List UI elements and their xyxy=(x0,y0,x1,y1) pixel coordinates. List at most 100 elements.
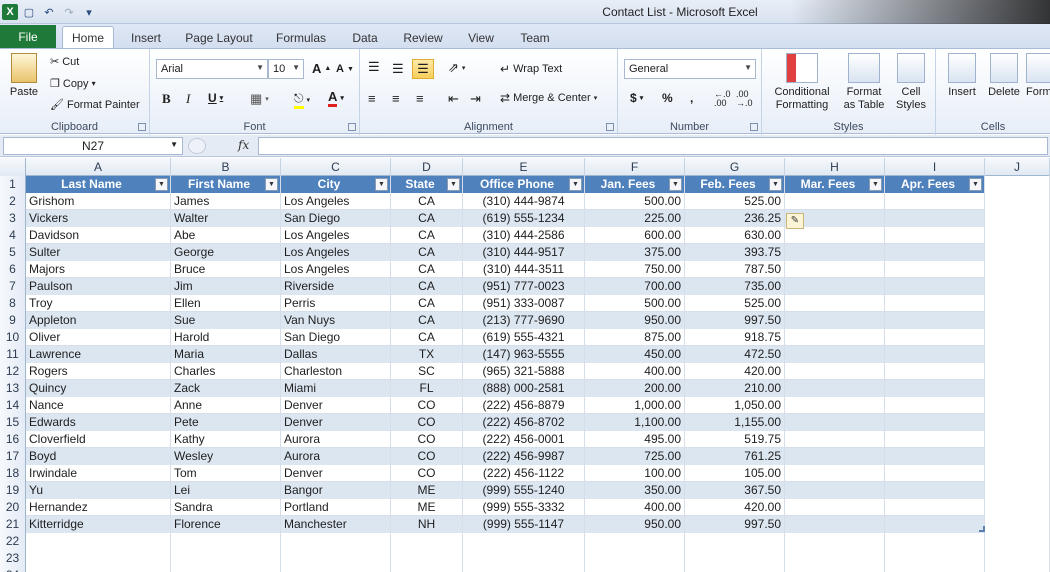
cell-mar-fees[interactable] xyxy=(785,363,885,380)
cell-first-name[interactable]: George xyxy=(171,244,281,261)
cell-office-phone[interactable]: (619) 555-1234 xyxy=(463,210,585,227)
cell-feb-fees[interactable]: 918.75 xyxy=(685,329,785,346)
row-number[interactable]: 1 xyxy=(0,176,26,193)
cell-apr-fees[interactable] xyxy=(885,312,985,329)
row-number[interactable]: 3 xyxy=(0,210,26,227)
format-as-table-button[interactable]: Format as Table xyxy=(838,53,890,112)
tab-file[interactable]: File xyxy=(0,25,56,48)
cell-apr-fees[interactable] xyxy=(885,465,985,482)
cell-col-j[interactable] xyxy=(985,210,1050,227)
cell-apr-fees[interactable] xyxy=(885,329,985,346)
cell-city[interactable] xyxy=(281,550,391,567)
column-header-j[interactable]: J xyxy=(985,158,1050,176)
cell-mar-fees[interactable] xyxy=(785,499,885,516)
cell-col-j[interactable] xyxy=(985,329,1050,346)
cell-feb-fees[interactable]: 236.25 xyxy=(685,210,785,227)
cell-apr-fees[interactable] xyxy=(885,414,985,431)
cell-first-name[interactable]: Anne xyxy=(171,397,281,414)
cell-last-name[interactable]: Cloverfield xyxy=(26,431,171,448)
cell-city[interactable]: Aurora xyxy=(281,448,391,465)
cell-col-j[interactable] xyxy=(985,312,1050,329)
cell-col-j[interactable] xyxy=(985,227,1050,244)
cell-last-name[interactable]: Edwards xyxy=(26,414,171,431)
cell-apr-fees[interactable] xyxy=(885,210,985,227)
cell-first-name[interactable]: Sue xyxy=(171,312,281,329)
align-right-button[interactable]: ≡ xyxy=(416,91,424,106)
cell-mar-fees[interactable] xyxy=(785,295,885,312)
header-cell-feb-fees[interactable]: Feb. Fees ▼ xyxy=(685,176,785,193)
cell-state[interactable]: CA xyxy=(391,312,463,329)
cell[interactable] xyxy=(985,176,1050,193)
cell-state[interactable]: SC xyxy=(391,363,463,380)
cell-first-name[interactable]: Lei xyxy=(171,482,281,499)
column-header-i[interactable]: I xyxy=(885,158,985,176)
cell-mar-fees[interactable] xyxy=(785,312,885,329)
row-number[interactable]: 17 xyxy=(0,448,26,465)
cell-last-name[interactable]: Rogers xyxy=(26,363,171,380)
cell-col-j[interactable] xyxy=(985,482,1050,499)
format-cells-button[interactable]: Form xyxy=(1026,53,1050,99)
cell-feb-fees[interactable] xyxy=(685,533,785,550)
row-number[interactable]: 2 xyxy=(0,193,26,210)
header-cell-city[interactable]: City ▼ xyxy=(281,176,391,193)
cell-first-name[interactable]: Sandra xyxy=(171,499,281,516)
cell-city[interactable]: Dallas xyxy=(281,346,391,363)
column-header-c[interactable]: C xyxy=(281,158,391,176)
cell-last-name[interactable]: Grishom xyxy=(26,193,171,210)
cell-feb-fees[interactable]: 787.50 xyxy=(685,261,785,278)
cell-jan-fees[interactable] xyxy=(585,567,685,572)
cell-feb-fees[interactable]: 210.00 xyxy=(685,380,785,397)
row-number[interactable]: 24 xyxy=(0,567,26,572)
cell-apr-fees[interactable] xyxy=(885,482,985,499)
cell-office-phone[interactable] xyxy=(463,567,585,572)
cell-last-name[interactable] xyxy=(26,550,171,567)
cell-feb-fees[interactable]: 525.00 xyxy=(685,193,785,210)
row-number[interactable]: 22 xyxy=(0,533,26,550)
cell-mar-fees[interactable] xyxy=(785,465,885,482)
cell-office-phone[interactable] xyxy=(463,550,585,567)
cell-office-phone[interactable]: (222) 456-0001 xyxy=(463,431,585,448)
cell-state[interactable]: CA xyxy=(391,193,463,210)
cell-first-name[interactable]: Charles xyxy=(171,363,281,380)
cell-jan-fees[interactable] xyxy=(585,533,685,550)
bold-button[interactable]: B xyxy=(162,91,171,107)
cell-col-j[interactable] xyxy=(985,244,1050,261)
cell-apr-fees[interactable] xyxy=(885,380,985,397)
cell-feb-fees[interactable]: 420.00 xyxy=(685,363,785,380)
cell-office-phone[interactable]: (222) 456-8702 xyxy=(463,414,585,431)
cell-first-name[interactable]: Harold xyxy=(171,329,281,346)
row-number[interactable]: 8 xyxy=(0,295,26,312)
cell-mar-fees[interactable] xyxy=(785,278,885,295)
cell-first-name[interactable]: Abe xyxy=(171,227,281,244)
cell-first-name[interactable]: Tom xyxy=(171,465,281,482)
center-button[interactable]: ≡ xyxy=(392,91,400,106)
tab-data[interactable]: Data xyxy=(344,28,386,48)
cell-city[interactable]: San Diego xyxy=(281,210,391,227)
customize-toolbar-icon[interactable]: ▾ xyxy=(80,3,98,21)
cell-feb-fees[interactable]: 525.00 xyxy=(685,295,785,312)
wrap-text-button[interactable]: ↵ Wrap Text xyxy=(500,62,562,76)
decrease-decimal-button[interactable]: .00 →.0 xyxy=(736,90,753,108)
cell-last-name[interactable]: Kitterridge xyxy=(26,516,171,533)
cell-city[interactable]: Manchester xyxy=(281,516,391,533)
cell-state[interactable]: FL xyxy=(391,380,463,397)
header-cell-first-name[interactable]: First Name ▼ xyxy=(171,176,281,193)
cell-styles-button[interactable]: Cell Styles xyxy=(890,53,932,112)
grow-font-button[interactable]: A ▲ xyxy=(312,61,331,76)
cell-col-j[interactable] xyxy=(985,448,1050,465)
align-left-button[interactable]: ≡ xyxy=(368,91,376,106)
cell-state[interactable]: CA xyxy=(391,210,463,227)
row-number[interactable]: 7 xyxy=(0,278,26,295)
cell-jan-fees[interactable]: 350.00 xyxy=(585,482,685,499)
cell-last-name[interactable]: Hernandez xyxy=(26,499,171,516)
alignment-launcher-icon[interactable] xyxy=(606,123,614,131)
comma-button[interactable]: , xyxy=(690,91,693,105)
cell-state[interactable]: CA xyxy=(391,227,463,244)
cell-col-j[interactable] xyxy=(985,550,1050,567)
cell-apr-fees[interactable] xyxy=(885,363,985,380)
cell-state[interactable]: CA xyxy=(391,261,463,278)
cell-feb-fees[interactable]: 393.75 xyxy=(685,244,785,261)
cell-state[interactable]: CO xyxy=(391,431,463,448)
cell-state[interactable]: CO xyxy=(391,448,463,465)
insert-cells-button[interactable]: Insert xyxy=(942,53,982,99)
